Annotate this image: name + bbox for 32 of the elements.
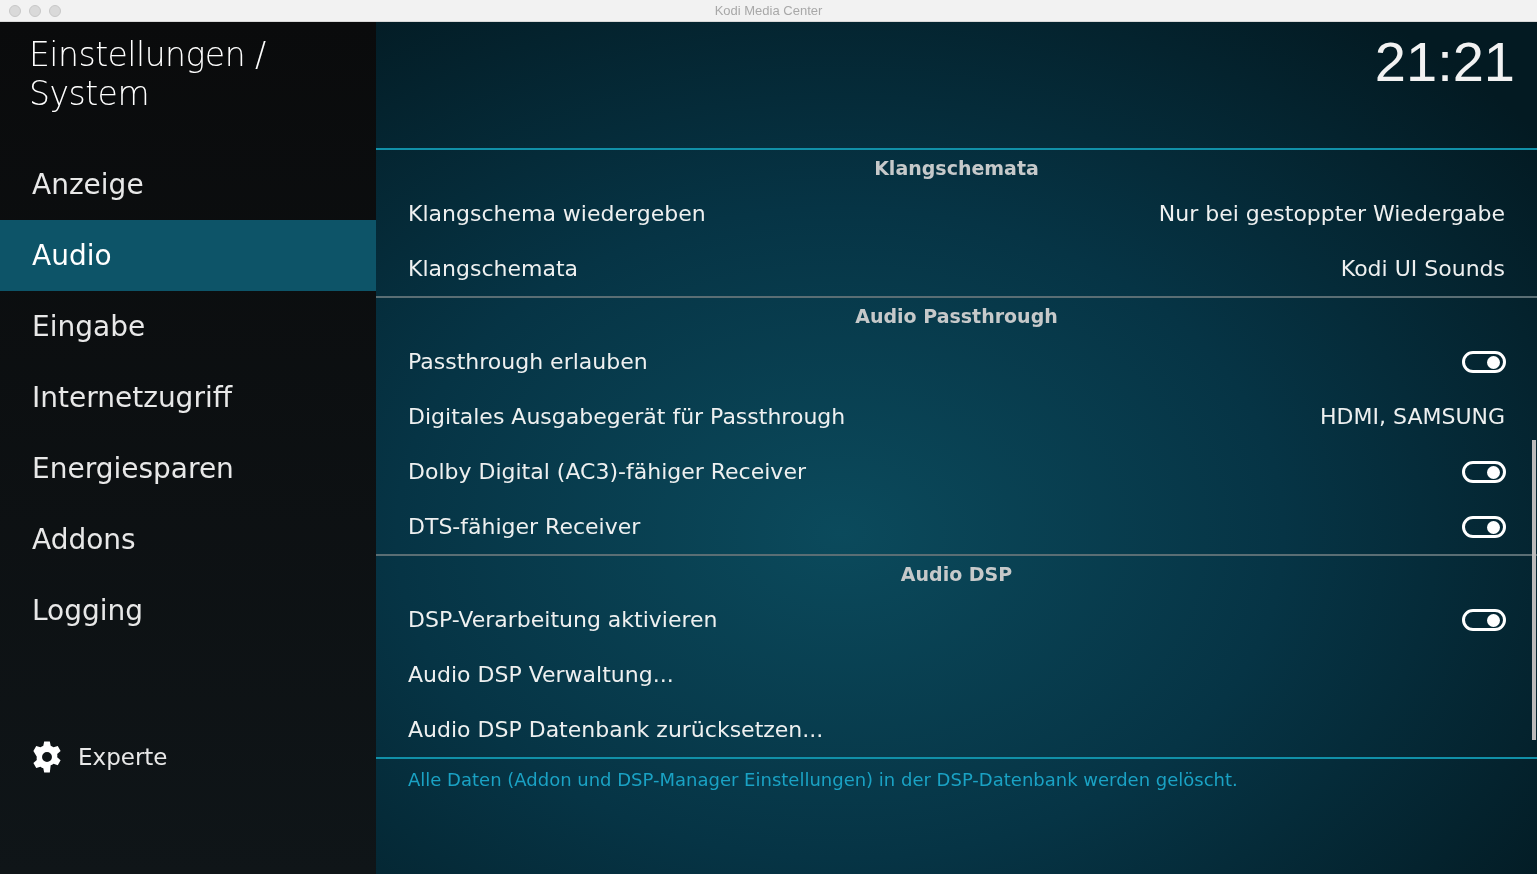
setting-row[interactable]: Dolby Digital (AC3)-fähiger Receiver — [376, 444, 1537, 499]
toggle-switch[interactable] — [1462, 515, 1506, 538]
category-item[interactable]: Energiesparen — [0, 433, 376, 504]
section-header: Audio DSP — [899, 562, 1014, 587]
setting-description: Alle Daten (Addon und DSP-Manager Einstellungen) in der DSP-Datenbank werden gelöscht. — [407, 768, 1239, 792]
setting-row[interactable]: DTS-fähiger Receiver — [376, 499, 1537, 554]
settings-level-button[interactable]: Experte — [30, 740, 168, 774]
window-title: Kodi Media Center — [714, 3, 823, 18]
scrollbar[interactable] — [1532, 440, 1536, 740]
setting-value: Kodi UI Sounds — [1340, 256, 1505, 281]
toggle-switch[interactable] — [1462, 350, 1506, 373]
setting-row[interactable]: Passthrough erlauben — [376, 334, 1537, 389]
category-item[interactable]: Audio — [0, 220, 376, 291]
category-item[interactable]: Eingabe — [0, 291, 376, 362]
category-item[interactable]: Anzeige — [0, 149, 376, 220]
page-title: Einstellungen / System — [28, 34, 267, 115]
category-item[interactable]: Addons — [0, 504, 376, 575]
section-header: Klangschemata — [873, 156, 1040, 181]
clock: 21:21 — [1374, 34, 1515, 95]
section-header: Audio Passthrough — [854, 304, 1059, 329]
setting-row[interactable]: Audio DSP Verwaltung... — [376, 647, 1537, 702]
setting-row[interactable]: Digitales Ausgabegerät für Passthrough HDMI, SAMSUNG — [376, 389, 1537, 444]
setting-row[interactable]: Audio DSP Datenbank zurücksetzen... — [376, 702, 1537, 757]
setting-value: Nur bei gestoppter Wiedergabe — [1158, 201, 1505, 226]
toggle-switch[interactable] — [1462, 460, 1506, 483]
setting-row[interactable]: DSP-Verarbeitung aktivieren — [376, 592, 1537, 647]
category-item[interactable]: Logging — [0, 575, 376, 646]
setting-row[interactable]: Klangschemata Kodi UI Sounds — [376, 241, 1537, 296]
setting-value: HDMI, SAMSUNG — [1320, 404, 1505, 429]
setting-row[interactable]: Klangschema wiedergeben Nur bei gestoppter Wiedergabe — [376, 186, 1537, 241]
toggle-switch[interactable] — [1462, 608, 1506, 631]
category-item[interactable]: Internetzugriff — [0, 362, 376, 433]
